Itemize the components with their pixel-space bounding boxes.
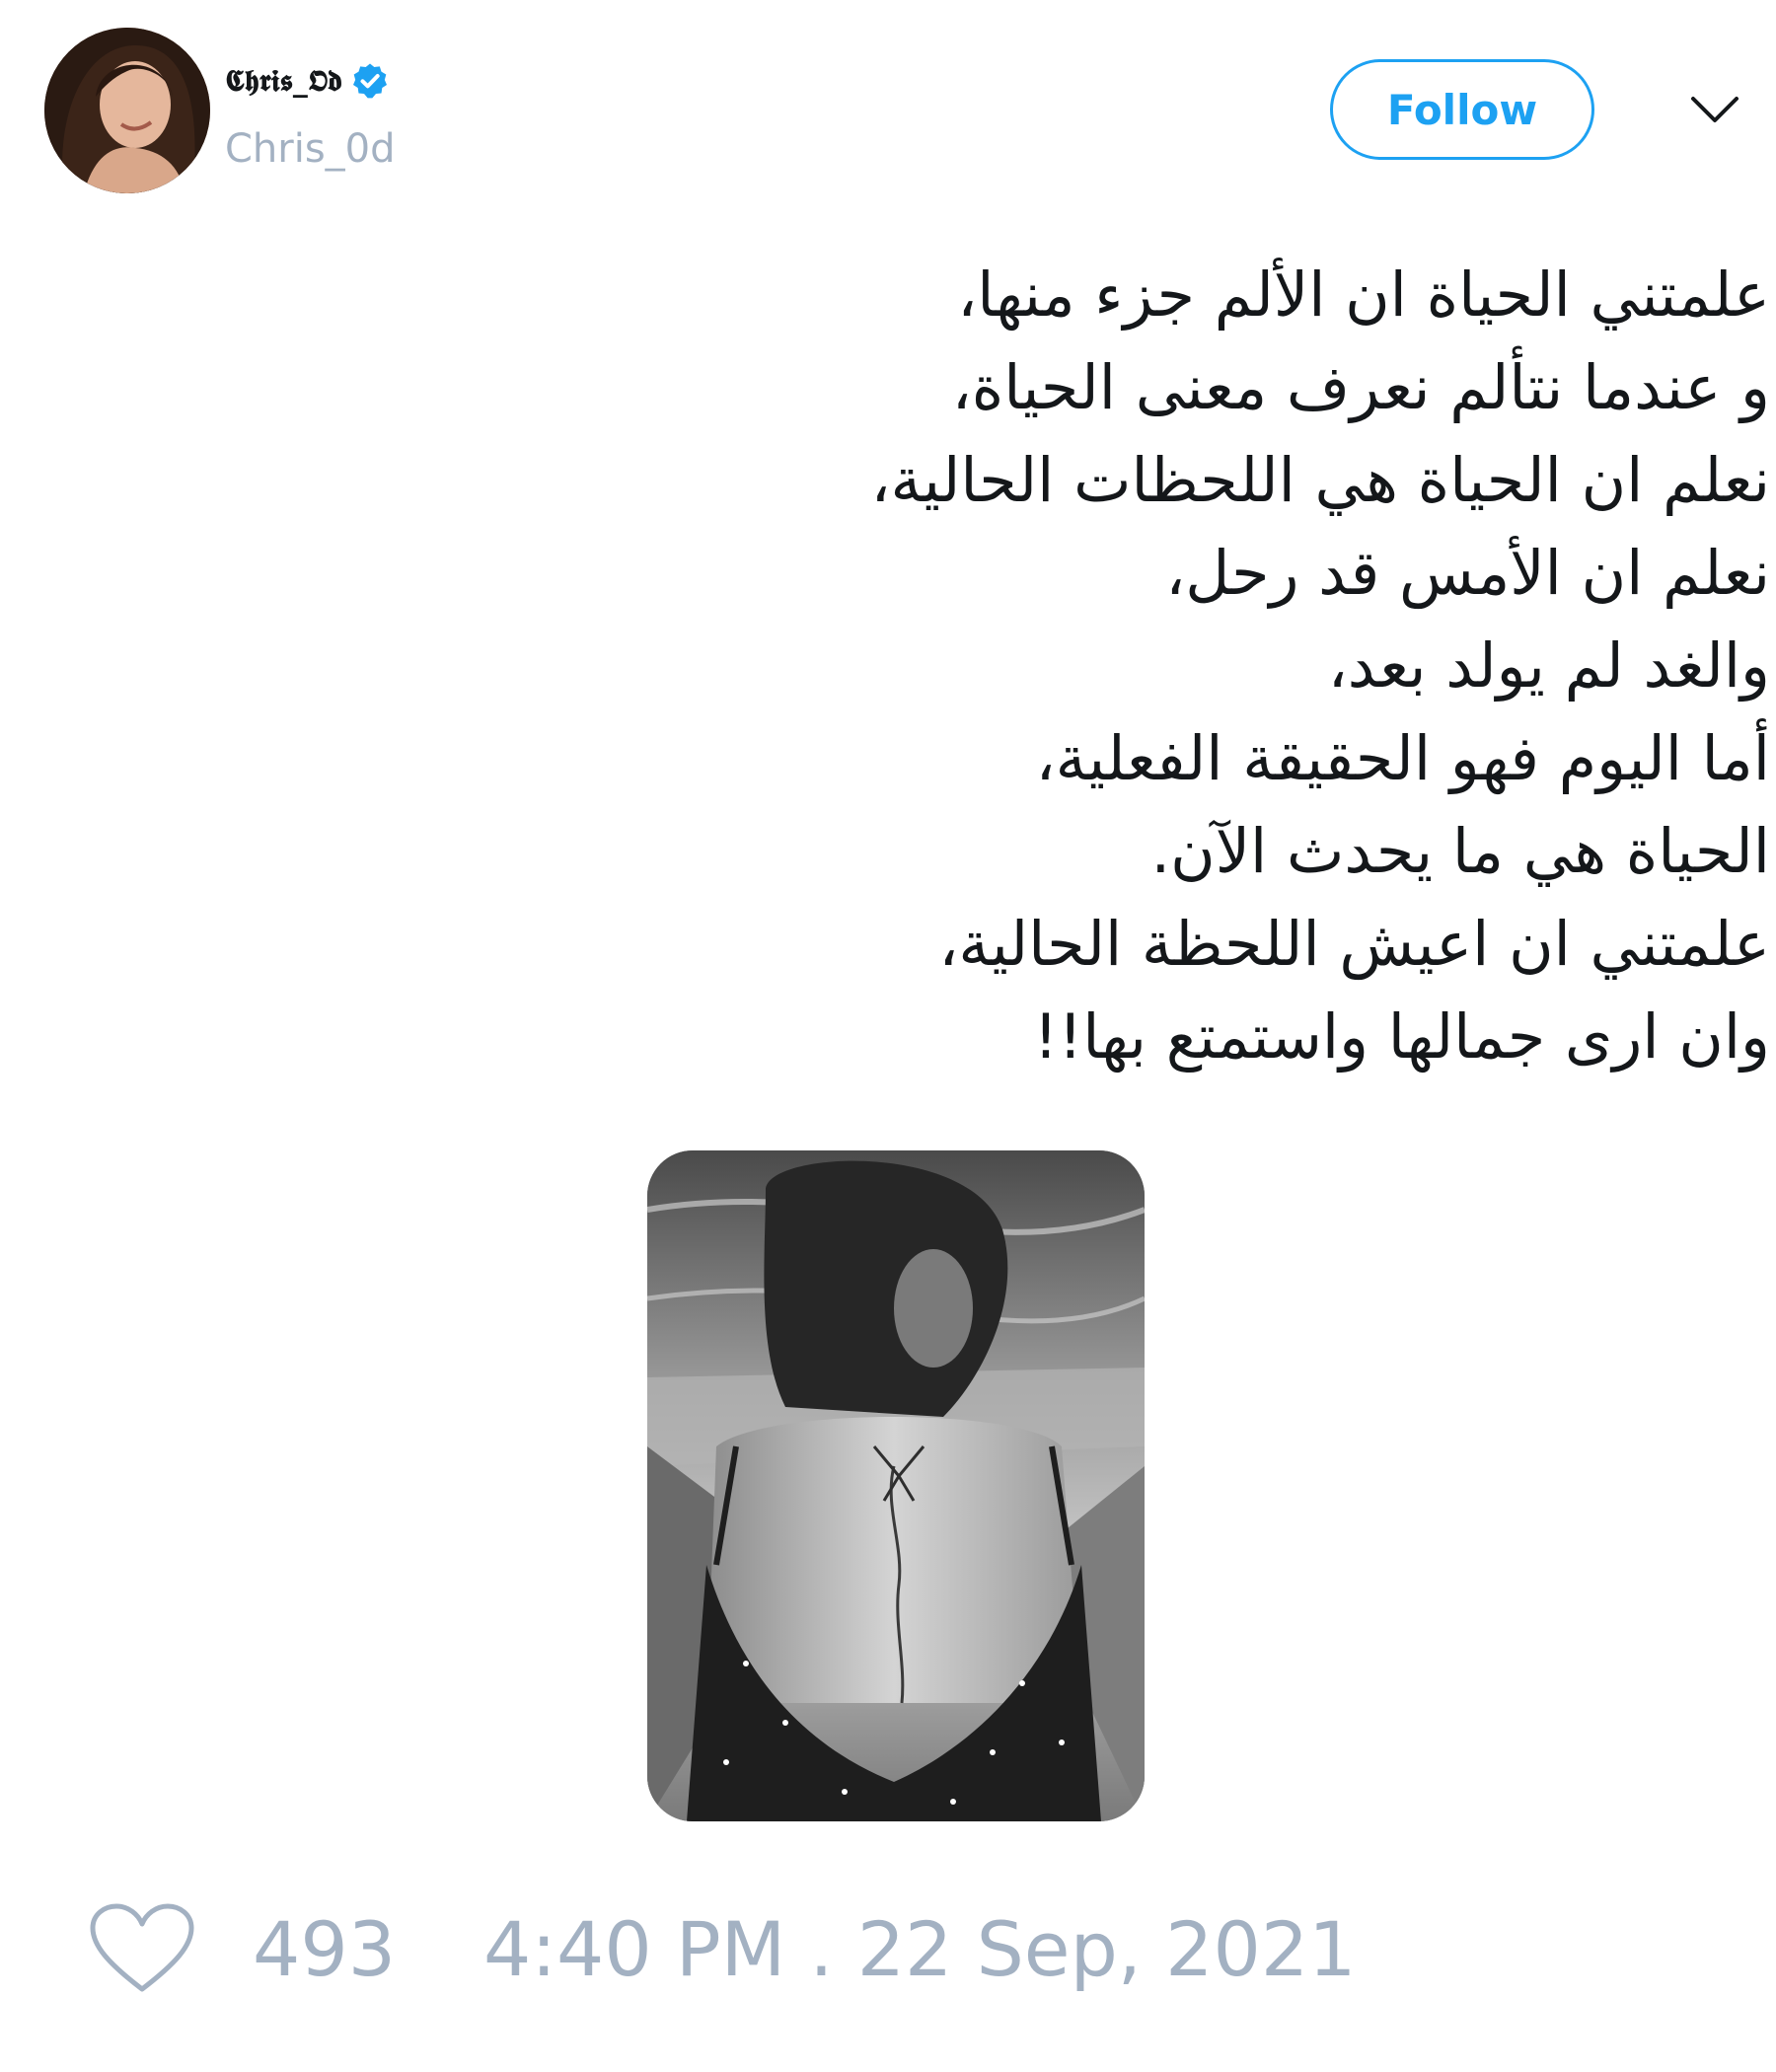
chevron-down-icon[interactable] <box>1687 89 1742 128</box>
tweet-line: أما اليوم فهو الحقيقة الفعلية، <box>1035 722 1770 794</box>
verified-badge-icon <box>352 63 387 99</box>
tweet-line: وان ارى جمالها واستمتع بها!! <box>1033 1000 1770 1073</box>
avatar[interactable] <box>44 28 210 193</box>
tweet-line: علمتني ان اعيش اللحظة الحالية، <box>938 908 1770 980</box>
follow-button[interactable]: Follow <box>1330 59 1594 160</box>
tweet-photo[interactable] <box>647 1150 1145 1821</box>
photo-icon <box>647 1150 1145 1821</box>
tweet-line: و عندما نتألم نعرف معنى الحياة، <box>951 351 1770 423</box>
user-handle[interactable]: Chris_0d <box>225 126 396 172</box>
profile-photo-icon <box>44 28 210 193</box>
tweet-line: علمتني الحياة ان الألم جزء منها، <box>957 259 1770 331</box>
tweet-line: والغد لم يولد بعد، <box>1327 629 1770 702</box>
display-name[interactable]: 𝕮𝖍𝖗𝖎𝖘_𝕺𝖉 <box>225 61 390 101</box>
like-count: 493 <box>253 1905 397 1993</box>
tweet-text: علمتني الحياة ان الألم جزء منها، و عندما… <box>59 249 1770 1083</box>
tweet-timestamp[interactable]: 4:40 PM . 22 Sep, 2021 <box>483 1902 1357 1997</box>
tweet-line: نعلم ان الأمس قد رحل، <box>1165 537 1770 609</box>
display-name-text: 𝕮𝖍𝖗𝖎𝖘_𝕺𝖉 <box>225 63 342 99</box>
tweet-line: نعلم ان الحياة هي اللحظات الحالية، <box>870 444 1770 516</box>
tweet-line: الحياة هي ما يحدث الآن. <box>1150 815 1770 887</box>
heart-icon[interactable] <box>89 1902 195 1997</box>
